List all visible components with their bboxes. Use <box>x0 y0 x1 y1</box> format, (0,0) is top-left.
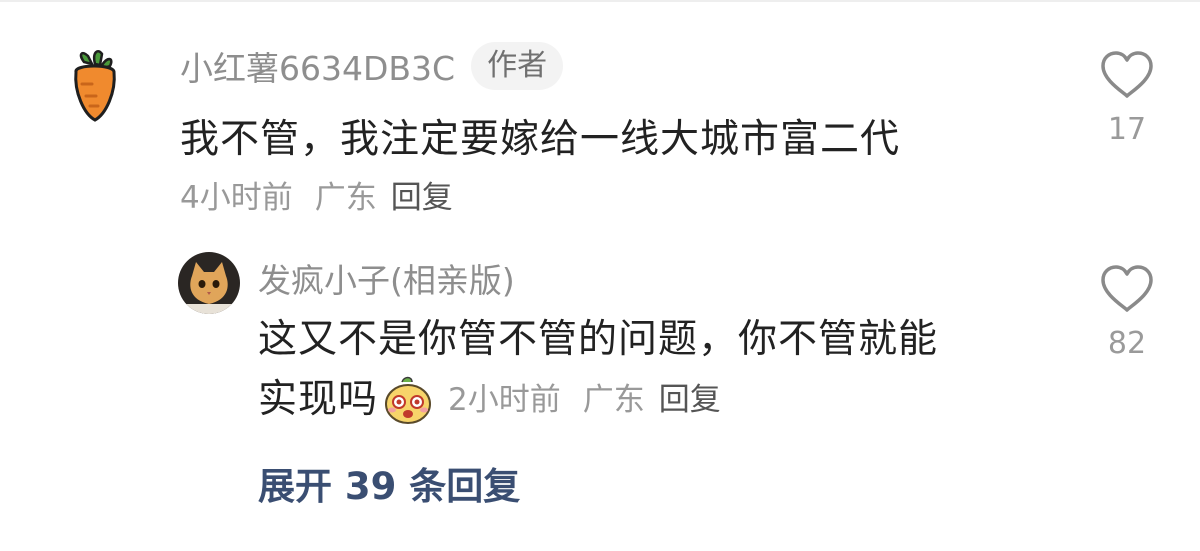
reply-meta: 2小时前 广东 回复 <box>448 372 721 428</box>
reply-time: 2小时前 <box>448 382 561 418</box>
comment-time: 4小时前 <box>180 179 293 216</box>
comment-meta: 4小时前 广东 回复 <box>180 170 453 218</box>
comment-region: 广东 <box>314 179 377 216</box>
comment-reply-button[interactable]: 回复 <box>391 172 453 217</box>
comment-like-button[interactable]: 17 <box>1092 50 1162 147</box>
reply-like-count: 82 <box>1107 326 1147 361</box>
cute-face-emoji-icon <box>382 374 434 426</box>
expand-replies-button[interactable]: 展开 39 条回复 <box>258 462 520 512</box>
comment-author-row: 小红薯6634DB3C 作者 <box>180 42 564 90</box>
reply-region: 广东 <box>582 382 645 418</box>
reply-text-line2-row: 实现吗 2小时前 广东 回复 <box>258 372 721 428</box>
carrot-icon[interactable] <box>62 48 128 124</box>
reply-text-line1[interactable]: 这又不是你管不管的问题，你不管就能 <box>258 312 938 368</box>
comment-like-count: 17 <box>1107 112 1147 147</box>
top-divider <box>0 0 1200 2</box>
reply-author-name[interactable]: 发疯小子(相亲版) <box>258 254 515 302</box>
cat-avatar[interactable] <box>178 252 240 314</box>
reply-like-button[interactable]: 82 <box>1092 264 1162 361</box>
reply-text-line2[interactable]: 实现吗 <box>258 372 378 428</box>
author-badge: 作者 <box>471 42 564 90</box>
reply-reply-button[interactable]: 回复 <box>659 372 721 428</box>
comment-text[interactable]: 我不管，我注定要嫁给一线大城市富二代 <box>180 112 900 168</box>
heart-icon <box>1101 51 1153 98</box>
heart-icon <box>1101 265 1153 312</box>
comment-author-name[interactable]: 小红薯6634DB3C <box>180 42 455 90</box>
